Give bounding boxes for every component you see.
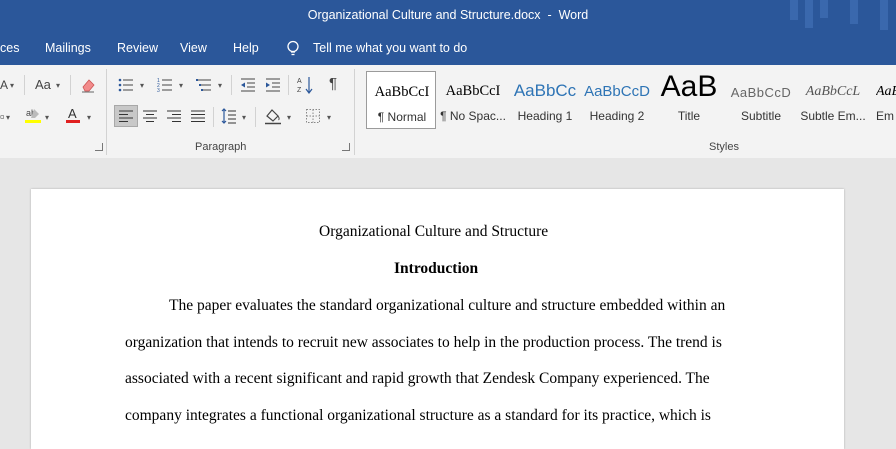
style-sample: AaB (660, 71, 718, 103)
svg-text:A: A (297, 78, 302, 85)
style-title[interactable]: AaB Title (654, 71, 724, 129)
divider (255, 107, 256, 127)
lightbulb-icon[interactable] (285, 40, 301, 57)
ribbon-tabs: ces Mailings Review View Help Tell me wh… (0, 32, 896, 65)
shading-icon[interactable] (264, 107, 282, 125)
svg-text:A: A (68, 106, 77, 121)
paragraph-line[interactable]: organization that intends to recruit new… (125, 334, 722, 352)
style-emphasis[interactable]: AaBl Em (870, 71, 896, 129)
chevron-down-icon: ▾ (10, 81, 15, 90)
chevron-down-icon: ▾ (87, 113, 92, 122)
bullets-icon[interactable] (118, 77, 134, 93)
tell-me-search[interactable]: Tell me what you want to do (313, 41, 467, 55)
style-sample: AaBbCc (513, 81, 577, 100)
align-left-icon (119, 110, 133, 122)
paragraph-line[interactable]: associated with a recent significant and… (125, 370, 710, 388)
chevron-down-icon: ▾ (45, 113, 50, 122)
tab-help[interactable]: Help (233, 41, 259, 55)
clear-formatting-icon[interactable] (80, 77, 96, 93)
shrink-font-icon[interactable]: A (0, 77, 8, 93)
paragraph-group-label: Paragraph (195, 141, 247, 153)
svg-text:3: 3 (157, 88, 160, 93)
chevron-down-icon: ▾ (242, 113, 247, 122)
styles-gallery: AaBbCcI ¶ Normal AaBbCcI ¶ No Spac... Aa… (364, 71, 896, 129)
tab-mailings[interactable]: Mailings (45, 41, 91, 55)
style-sample: AaBbCcI (445, 83, 501, 99)
multilevel-list-icon[interactable] (196, 77, 212, 93)
section-heading[interactable]: Introduction (394, 260, 478, 278)
style-sample: AaBl (876, 84, 896, 99)
svg-text:Z: Z (297, 87, 302, 94)
title-bar-decoration (805, 0, 813, 28)
style-label: Em (876, 109, 894, 123)
style-label: Title (677, 109, 701, 123)
style-normal[interactable]: AaBbCcI ¶ Normal (366, 71, 436, 129)
style-no-spacing[interactable]: AaBbCcI ¶ No Spac... (438, 71, 508, 129)
sort-icon[interactable]: A Z (297, 76, 313, 94)
chevron-down-icon: ▾ (140, 81, 145, 90)
title-bar-decoration (880, 0, 888, 30)
line-spacing-icon[interactable] (221, 108, 237, 124)
show-formatting-marks-icon[interactable]: ¶ (329, 76, 337, 92)
chevron-down-icon: ▾ (6, 113, 11, 122)
align-center-icon[interactable] (142, 109, 158, 123)
align-right-icon[interactable] (166, 109, 182, 123)
group-divider (354, 69, 355, 155)
chevron-down-icon: ▾ (56, 81, 61, 90)
title-bar-decoration (850, 0, 858, 24)
title-bar: Organizational Culture and Structure.doc… (0, 0, 896, 32)
styles-group-label: Styles (709, 141, 739, 153)
ribbon: A ▾ Aa ▾ ▫ ▾ ab ▾ A ▾ ▾ 1 2 3 ▾ ▾ A Z ¶ … (0, 65, 896, 159)
style-sample: AaBbCcL (805, 84, 861, 99)
title-bar-decoration (790, 0, 798, 20)
divider (288, 75, 289, 95)
style-label: Subtle Em... (800, 109, 866, 123)
style-label: Heading 1 (517, 109, 573, 123)
group-divider (106, 69, 107, 155)
justify-icon[interactable] (190, 109, 206, 123)
chevron-down-icon: ▾ (327, 113, 332, 122)
chevron-down-icon: ▾ (179, 81, 184, 90)
align-left-button[interactable] (114, 105, 138, 127)
style-heading-2[interactable]: AaBbCcD Heading 2 (582, 71, 652, 129)
style-label: ¶ No Spac... (440, 109, 506, 123)
tab-view[interactable]: View (180, 41, 207, 55)
style-sample: AaBbCcD (584, 83, 650, 100)
increase-indent-icon[interactable] (265, 77, 281, 93)
style-subtitle[interactable]: AaBbCcD Subtitle (726, 71, 796, 129)
document-canvas[interactable]: Organizational Culture and Structure Int… (0, 158, 896, 449)
style-label: Heading 2 (589, 109, 645, 123)
chevron-down-icon: ▾ (218, 81, 223, 90)
style-sample: AaBbCcI (374, 84, 430, 100)
decrease-indent-icon[interactable] (240, 77, 256, 93)
divider (231, 75, 232, 95)
numbering-icon[interactable]: 1 2 3 (157, 77, 173, 93)
font-color-icon[interactable]: A (64, 106, 82, 124)
font-dialog-launcher-icon[interactable] (95, 143, 103, 151)
chevron-down-icon: ▾ (287, 113, 292, 122)
change-case-icon[interactable]: Aa (35, 77, 51, 93)
format-icon[interactable]: ▫ (0, 109, 5, 125)
document-page[interactable]: Organizational Culture and Structure Int… (31, 189, 844, 449)
paragraph-line[interactable]: The paper evaluates the standard organiz… (169, 297, 725, 315)
paragraph-dialog-launcher-icon[interactable] (342, 143, 350, 151)
tab-references[interactable]: ces (0, 41, 19, 55)
style-sample: AaBbCcD (730, 85, 792, 100)
style-label: Subtitle (740, 109, 782, 123)
divider (213, 107, 214, 127)
document-title[interactable]: Organizational Culture and Structure (319, 223, 548, 241)
divider (70, 75, 71, 95)
divider (24, 75, 25, 95)
text-highlight-icon[interactable]: ab (24, 106, 42, 124)
style-label: ¶ Normal (377, 110, 427, 124)
tab-review[interactable]: Review (117, 41, 158, 55)
window-title: Organizational Culture and Structure.doc… (307, 8, 589, 22)
style-heading-1[interactable]: AaBbCc Heading 1 (510, 71, 580, 129)
style-subtle-emphasis[interactable]: AaBbCcL Subtle Em... (798, 71, 868, 129)
title-bar-decoration (820, 0, 828, 18)
paragraph-line[interactable]: company integrates a functional organiza… (125, 407, 711, 425)
borders-icon[interactable] (305, 108, 321, 124)
